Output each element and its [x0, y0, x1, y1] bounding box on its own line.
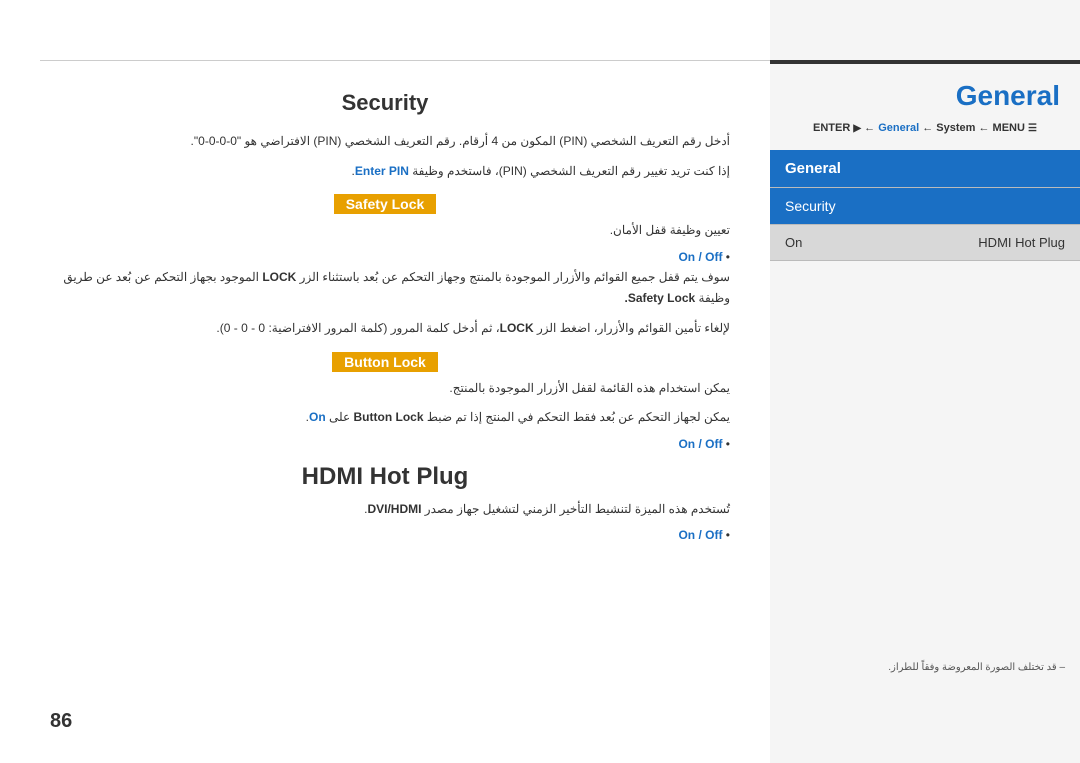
button-lock-desc1: يمكن استخدام هذه القائمة لقفل الأزرار ال… — [40, 378, 730, 400]
menu-list: General Security On HDMI Hot Plug — [770, 150, 1080, 261]
button-lock-desc2: يمكن لجهاز التحكم عن بُعد فقط التحكم في … — [40, 407, 730, 429]
button-lock-block: Button Lock يمكن استخدام هذه القائمة لقف… — [40, 352, 730, 451]
menu-item-general[interactable]: General — [770, 150, 1080, 188]
safety-lock-desc2: سوف يتم قفل جميع القوائم والأزرار الموجو… — [40, 267, 730, 310]
safety-lock-desc1: تعيين وظيفة قفل الأمان. — [40, 220, 730, 242]
safety-lock-onoff1: On / Off — [40, 250, 730, 264]
safety-lock-desc3: لإلغاء تأمين القوائم والأزرار، اضغط الزر… — [40, 318, 730, 340]
right-panel: General ENTER ▶ ← General ← System ← MEN… — [770, 0, 1080, 763]
panel-top-border — [770, 60, 1080, 64]
button-lock-title: Button Lock — [332, 352, 438, 372]
menu-item-hdmi-hot-plug[interactable]: On HDMI Hot Plug — [770, 225, 1080, 261]
intro-block: أدخل رقم التعريف الشخصي (PIN) المكون من … — [40, 131, 730, 182]
footnote: – قد تختلف الصورة المعروضة وفقاً للطراز. — [770, 652, 1080, 683]
main-content: Security أدخل رقم التعريف الشخصي (PIN) ا… — [0, 60, 770, 763]
safety-lock-title: Safety Lock — [334, 194, 437, 214]
general-title: General — [770, 80, 1080, 112]
intro-line1: أدخل رقم التعريف الشخصي (PIN) المكون من … — [40, 131, 730, 153]
menu-item-security[interactable]: Security — [770, 188, 1080, 225]
hdmi-desc: تُستخدم هذه الميزة لتنشيط التأخير الزمني… — [40, 499, 730, 521]
intro-line2: إذا كنت تريد تغيير رقم التعريف الشخصي (P… — [40, 161, 730, 183]
hdmi-hot-plug-block: HDMI Hot Plug تُستخدم هذه الميزة لتنشيط … — [40, 463, 730, 543]
button-lock-onoff: On / Off — [40, 437, 730, 451]
section-title: Security — [40, 90, 730, 116]
safety-lock-block: Safety Lock تعيين وظيفة قفل الأمان. On /… — [40, 194, 730, 339]
breadcrumb: ENTER ▶ ← General ← System ← MENU ☰ — [770, 122, 1080, 134]
hdmi-title: HDMI Hot Plug — [40, 463, 730, 491]
hdmi-onoff: On / Off — [40, 528, 730, 542]
